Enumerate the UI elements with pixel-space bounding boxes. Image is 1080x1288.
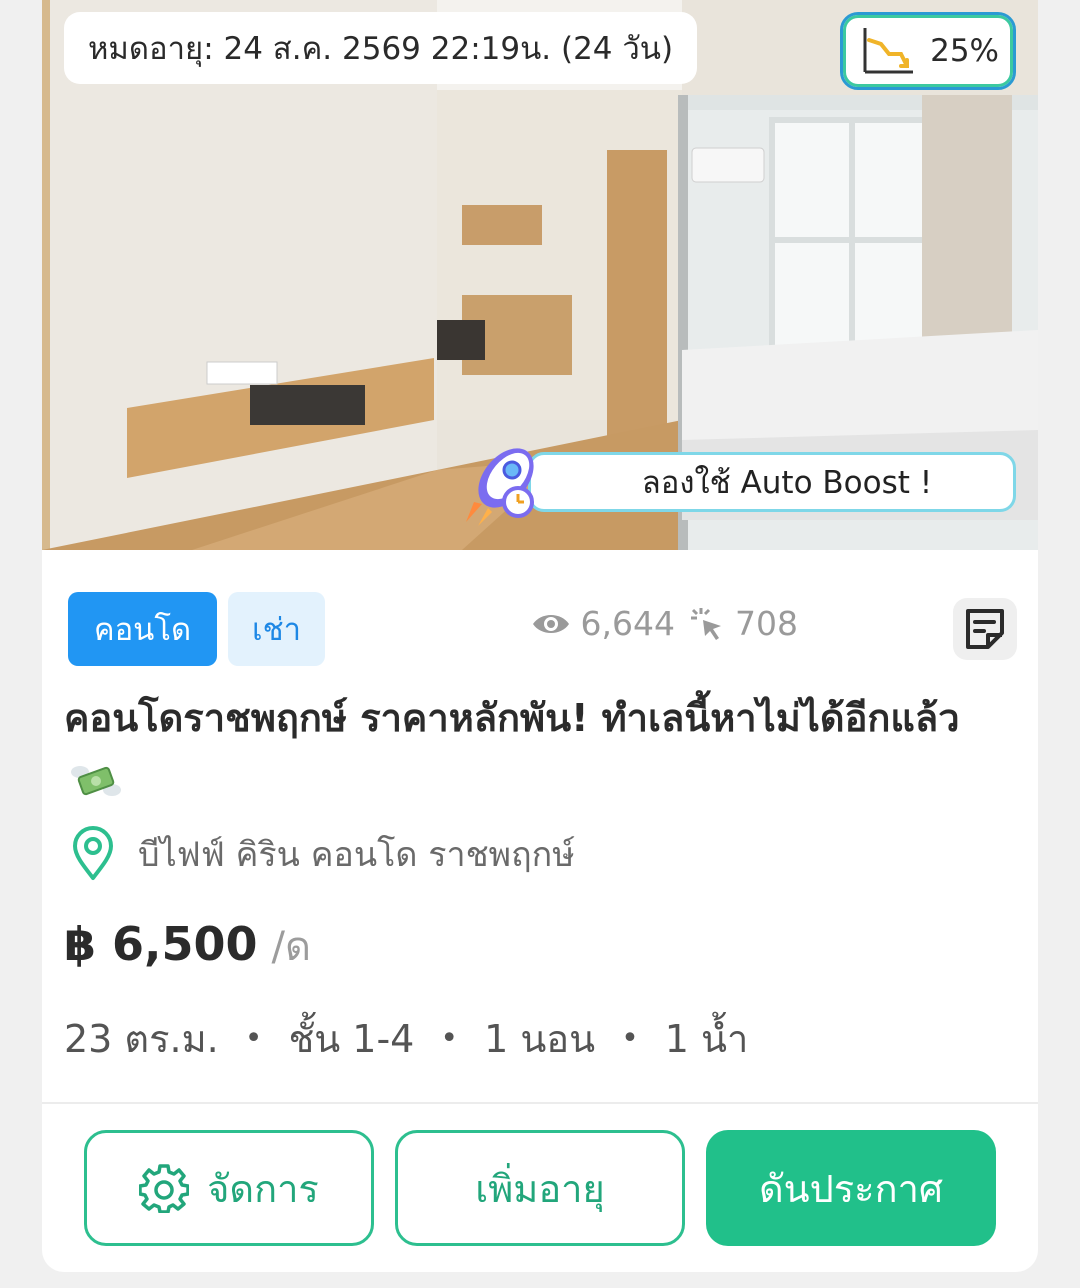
spec-area: 23 ตร.ม.	[64, 1017, 219, 1061]
spec-separator: •	[621, 1021, 639, 1056]
views-stat: 6,644	[531, 604, 675, 643]
note-icon	[966, 609, 1004, 649]
spec-separator: •	[244, 1021, 263, 1056]
listing-card[interactable]: หมดอายุ: 24 ส.ค. 2569 22:19น. (24 วัน) 2…	[42, 0, 1038, 1272]
tag-listing-mode: เช่า	[228, 592, 325, 666]
expiry-text: หมดอายุ: 24 ส.ค. 2569 22:19น. (24 วัน)	[88, 31, 674, 67]
chart-down-icon	[863, 28, 913, 74]
listing-photo[interactable]: หมดอายุ: 24 ส.ค. 2569 22:19น. (24 วัน) 2…	[42, 0, 1038, 550]
manage-button[interactable]: จัดการ	[84, 1130, 374, 1246]
spec-bedrooms: 1 นอน	[484, 1017, 596, 1061]
listing-location: บีไฟฟ์ คิริน คอนโด ราชพฤกษ์	[70, 826, 575, 882]
listing-stats: 6,644 708	[531, 604, 798, 643]
listing-title-text: คอนโดราชพฤกษ์ ราคาหลักพัน! ทำเลนี้หาไม่ไ…	[64, 696, 960, 740]
spec-bathrooms: 1 น้ำ	[664, 1017, 749, 1061]
note-button[interactable]	[953, 598, 1017, 660]
click-icon	[691, 607, 721, 640]
boost-button-label: ดันประกาศ	[758, 1166, 944, 1211]
boost-percent-value: 25%	[930, 33, 999, 69]
price-amount: ฿ 6,500	[64, 917, 258, 971]
views-count: 6,644	[580, 604, 675, 643]
location-pin-icon	[73, 826, 113, 880]
extend-button-label: เพิ่มอายุ	[475, 1166, 605, 1211]
tag-property-type: คอนโด	[68, 592, 217, 666]
extend-button[interactable]: เพิ่มอายุ	[395, 1130, 685, 1246]
clicks-count: 708	[735, 604, 798, 643]
boost-button[interactable]: ดันประกาศ	[706, 1130, 996, 1246]
tag-property-type-label: คอนโด	[93, 612, 192, 648]
eye-icon	[532, 614, 569, 633]
gear-icon	[139, 1164, 190, 1213]
auto-boost-button[interactable]: ลองใช้ Auto Boost !	[528, 452, 1016, 512]
listing-price: ฿ 6,500 /ด	[64, 914, 311, 978]
location-text: บีไฟฟ์ คิริน คอนโด ราชพฤกษ์	[138, 835, 575, 875]
rocket-icon	[466, 448, 534, 526]
tag-listing-mode-label: เช่า	[251, 612, 302, 648]
boost-percent-badge[interactable]: 25%	[840, 12, 1016, 90]
expiry-badge: หมดอายุ: 24 ส.ค. 2569 22:19น. (24 วัน)	[64, 12, 698, 84]
money-wings-icon	[71, 765, 121, 796]
spec-floor: ชั้น 1-4	[288, 1017, 415, 1061]
actions-divider	[42, 1102, 1038, 1104]
listing-specs: 23 ตร.ม. • ชั้น 1-4 • 1 นอน • 1 น้ำ	[64, 1008, 748, 1069]
clicks-stat: 708	[689, 604, 798, 643]
listing-title[interactable]: คอนโดราชพฤกษ์ ราคาหลักพัน! ทำเลนี้หาไม่ไ…	[64, 688, 1014, 808]
price-unit: /ด	[271, 924, 311, 970]
auto-boost-label: ลองใช้ Auto Boost !	[641, 465, 933, 501]
spec-separator: •	[440, 1021, 459, 1056]
manage-button-label: จัดการ	[207, 1166, 319, 1211]
